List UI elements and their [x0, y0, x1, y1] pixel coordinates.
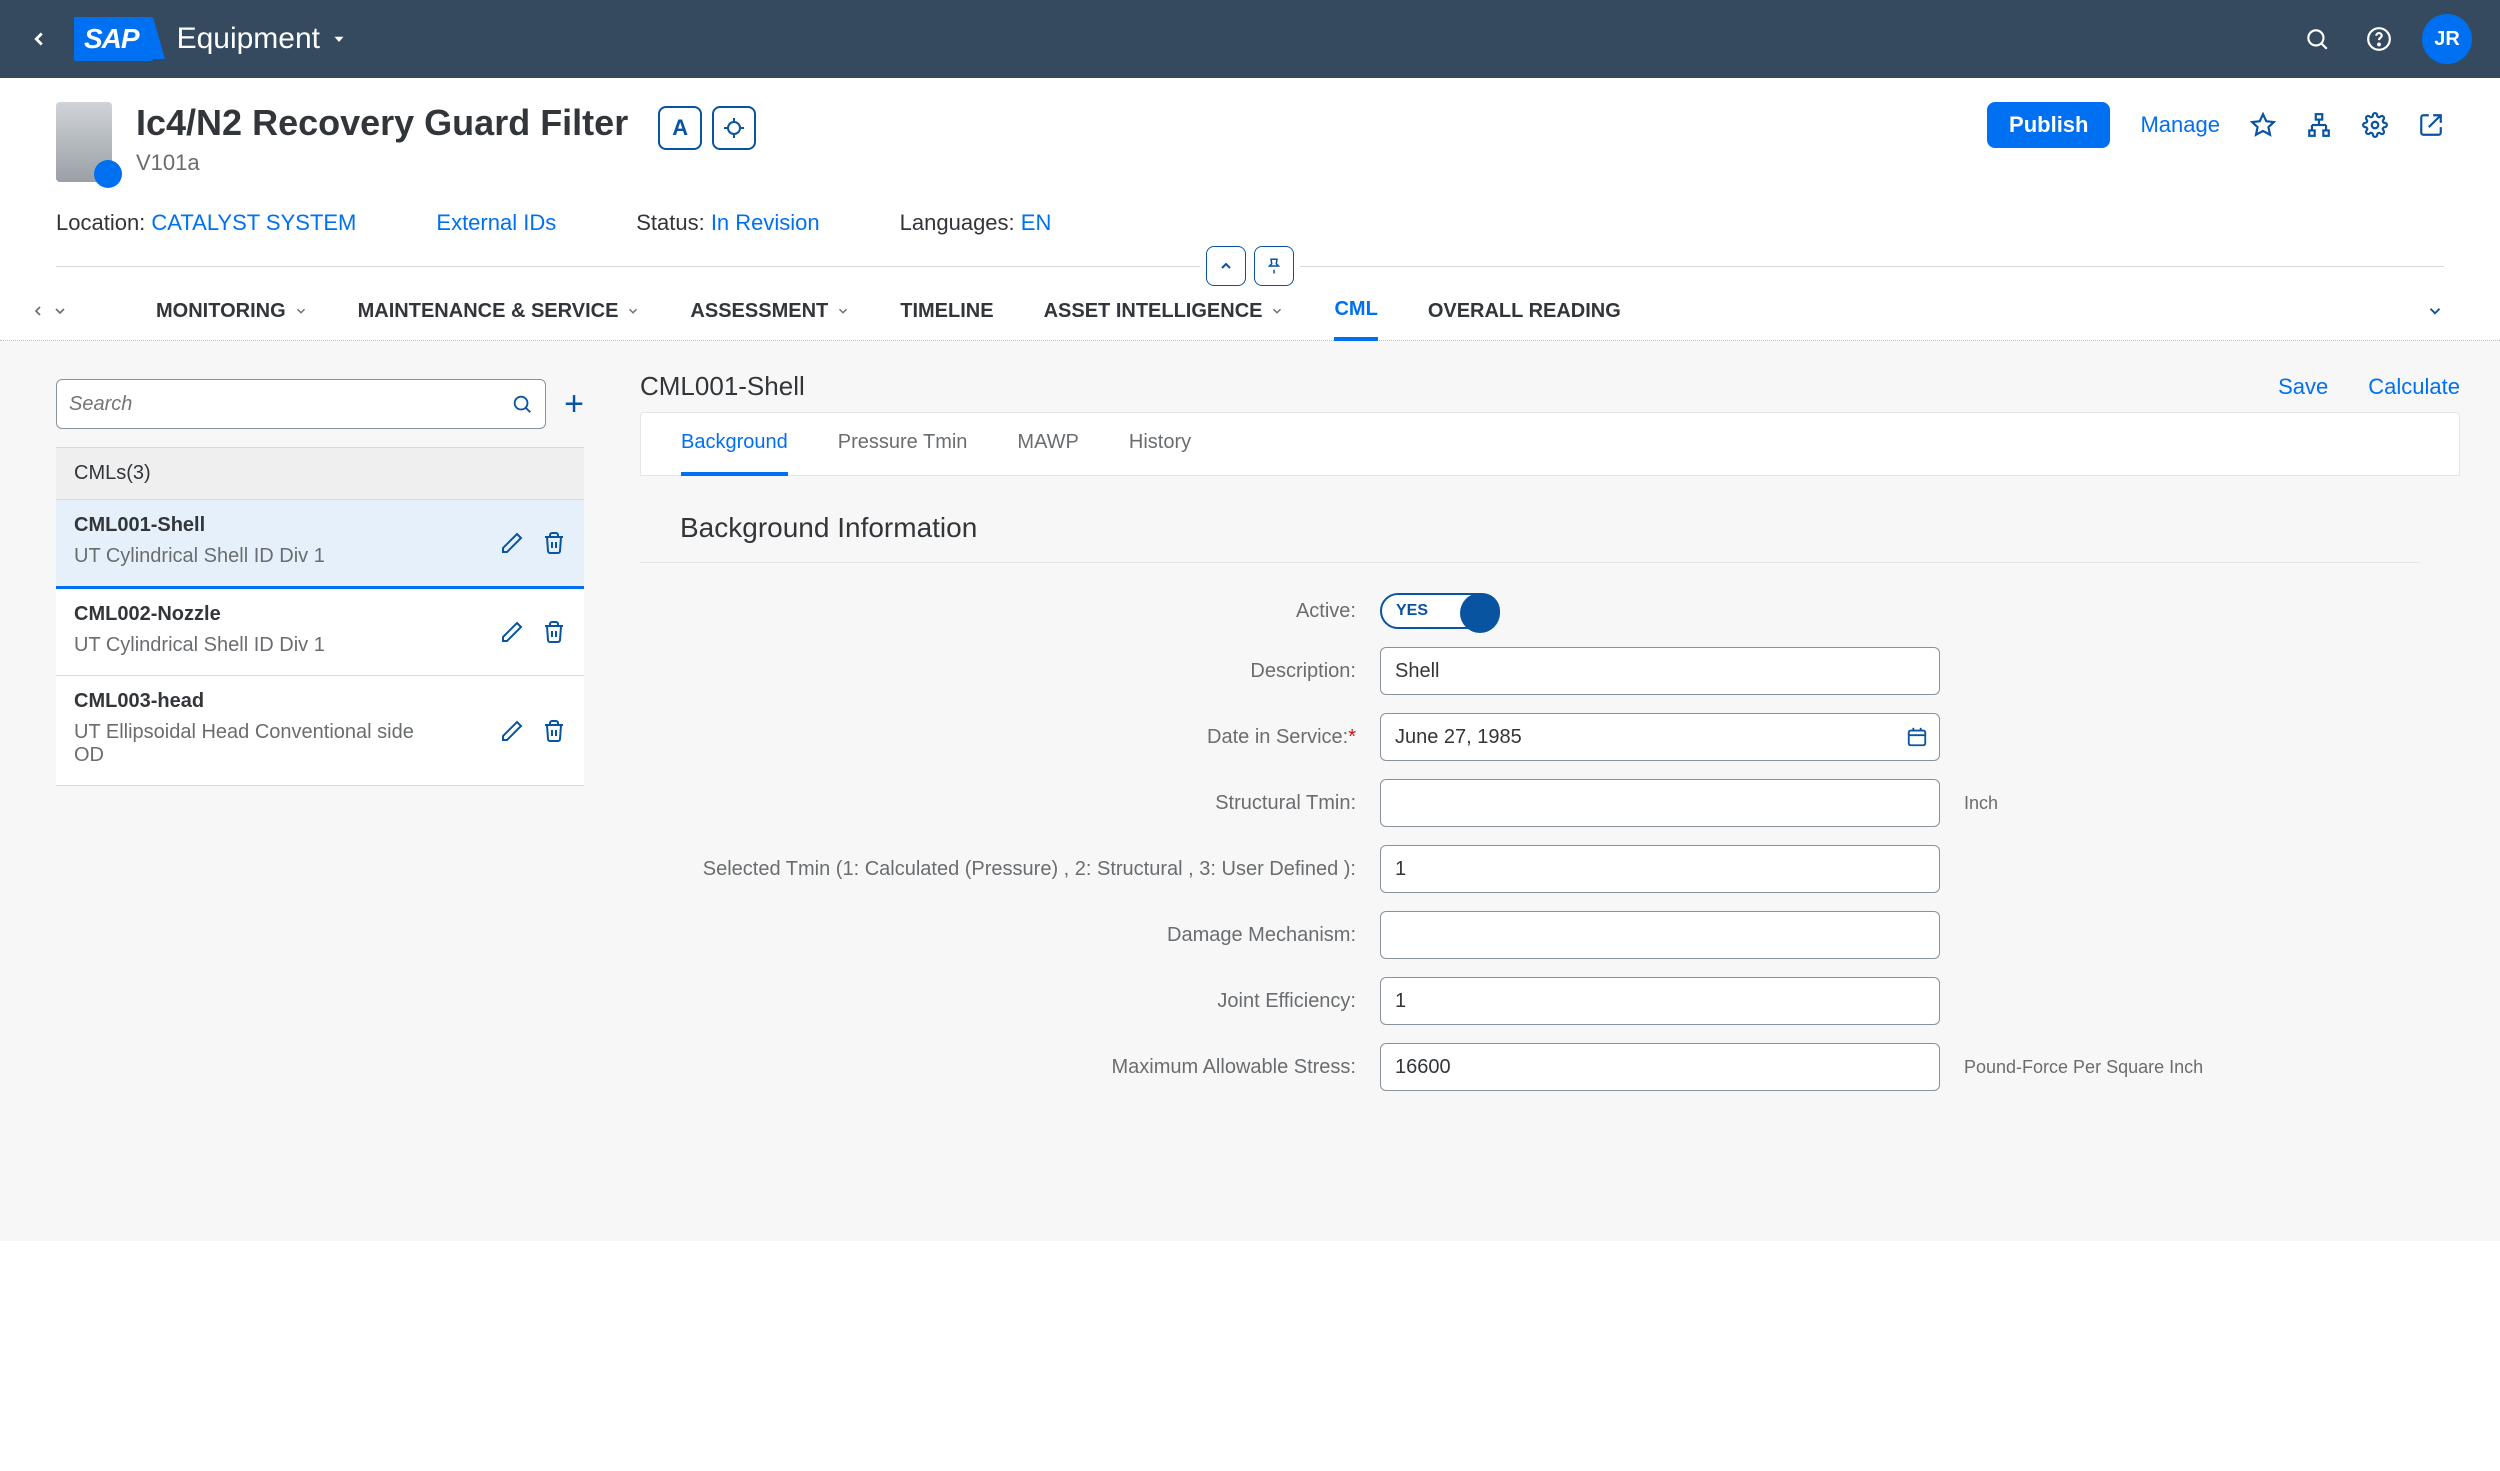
label-active: Active: [640, 598, 1380, 624]
meta-row: Location: CATALYST SYSTEM External IDs S… [0, 190, 2500, 250]
cml-search-input[interactable] [69, 393, 511, 416]
subtab-history[interactable]: History [1129, 413, 1191, 475]
subtab-mawp[interactable]: MAWP [1017, 413, 1078, 475]
publish-button[interactable]: Publish [1987, 102, 2110, 148]
meta-languages: Languages: EN [900, 210, 1052, 236]
anchor-tab-bar: MONITORING MAINTENANCE & SERVICE ASSESSM… [0, 282, 2500, 341]
tab-overflow[interactable] [2426, 302, 2444, 320]
edit-icon[interactable] [500, 620, 524, 644]
sap-logo[interactable]: SAP [74, 17, 153, 61]
tab-scroll-left[interactable] [30, 303, 46, 319]
delete-icon[interactable] [542, 719, 566, 743]
status-link[interactable]: In Revision [711, 210, 820, 235]
hierarchy-icon[interactable] [2306, 112, 2332, 138]
unit-psi: Pound-Force Per Square Inch [1940, 1057, 2203, 1078]
share-icon[interactable] [2418, 112, 2444, 138]
app-title: Equipment [177, 22, 320, 56]
location-link[interactable]: CATALYST SYSTEM [151, 210, 356, 235]
header-collapse-bar [0, 250, 2500, 282]
input-joint-efficiency[interactable] [1380, 977, 1940, 1025]
subtab-pressure-tmin[interactable]: Pressure Tmin [838, 413, 968, 475]
user-avatar[interactable]: JR [2422, 14, 2472, 64]
active-toggle[interactable]: YES [1380, 593, 1500, 629]
tab-asset-intelligence[interactable]: ASSET INTELLIGENCE [1044, 282, 1285, 340]
tab-scroll-menu[interactable] [52, 303, 68, 319]
input-structural-tmin[interactable] [1380, 779, 1940, 827]
cml-search[interactable] [56, 379, 546, 429]
cml-detail-panel: CML001-Shell Save Calculate Background P… [640, 341, 2500, 1241]
tab-assessment[interactable]: ASSESSMENT [690, 282, 850, 340]
object-title: Ic4/N2 Recovery Guard Filter [136, 102, 628, 144]
user-initials: JR [2434, 28, 2460, 51]
search-icon[interactable] [511, 393, 533, 415]
input-date-in-service[interactable] [1380, 713, 1940, 761]
edit-icon[interactable] [500, 531, 524, 555]
external-ids-link[interactable]: External IDs [436, 210, 556, 235]
detail-title: CML001-Shell [640, 371, 805, 402]
cml-list-item[interactable]: CML001-Shell UT Cylindrical Shell ID Div… [56, 500, 584, 589]
label-structural-tmin: Structural Tmin: [640, 790, 1380, 816]
label-selected-tmin: Selected Tmin (1: Calculated (Pressure) … [640, 856, 1380, 882]
add-cml-button[interactable]: + [564, 385, 584, 424]
tab-cml[interactable]: CML [1334, 282, 1377, 341]
input-max-allowable-stress[interactable] [1380, 1043, 1940, 1091]
label-damage-mechanism: Damage Mechanism: [640, 922, 1380, 948]
cml-item-sub: UT Cylindrical Shell ID Div 1 [74, 545, 414, 568]
cml-item-sub: UT Cylindrical Shell ID Div 1 [74, 634, 414, 657]
help-icon[interactable] [2360, 20, 2398, 58]
label-date-in-service: Date in Service:* [640, 724, 1380, 750]
language-link[interactable]: EN [1021, 210, 1052, 235]
object-header: Ic4/N2 Recovery Guard Filter V101a A Pub… [0, 78, 2500, 190]
search-icon[interactable] [2298, 20, 2336, 58]
shell-header: SAP Equipment JR [0, 0, 2500, 78]
cml-item-title: CML003-head [74, 690, 566, 713]
toggle-knob [1460, 593, 1500, 633]
section-title: Background Information [640, 476, 2420, 563]
meta-location: Location: CATALYST SYSTEM [56, 210, 356, 236]
delete-icon[interactable] [542, 620, 566, 644]
pin-header-button[interactable] [1254, 246, 1294, 286]
collapse-header-button[interactable] [1206, 246, 1246, 286]
input-description[interactable] [1380, 647, 1940, 695]
badge-a[interactable]: A [658, 106, 702, 150]
tab-maintenance[interactable]: MAINTENANCE & SERVICE [358, 282, 641, 340]
cml-item-title: CML002-Nozzle [74, 603, 566, 626]
input-damage-mechanism[interactable] [1380, 911, 1940, 959]
cml-side-panel: + CMLs(3) CML001-Shell UT Cylindrical Sh… [0, 341, 640, 1241]
manage-link[interactable]: Manage [2140, 112, 2220, 138]
badge-indicator[interactable] [712, 106, 756, 150]
cml-list-item[interactable]: CML003-head UT Ellipsoidal Head Conventi… [56, 676, 584, 786]
calculate-button[interactable]: Calculate [2368, 374, 2460, 400]
background-form: Active: YES Description: Date in Service… [640, 563, 2460, 1091]
cml-list-item[interactable]: CML002-Nozzle UT Cylindrical Shell ID Di… [56, 589, 584, 676]
equipment-thumbnail [56, 102, 112, 182]
cml-item-title: CML001-Shell [74, 514, 566, 537]
tab-overall-reading[interactable]: OVERALL READING [1428, 282, 1621, 340]
calendar-icon[interactable] [1906, 726, 1928, 748]
subtab-background[interactable]: Background [681, 413, 788, 476]
tab-monitoring[interactable]: MONITORING [156, 282, 308, 340]
label-joint-efficiency: Joint Efficiency: [640, 988, 1380, 1014]
unit-inch: Inch [1940, 793, 1998, 814]
back-button[interactable] [28, 28, 50, 50]
cml-list-header: CMLs(3) [56, 447, 584, 500]
label-description: Description: [640, 658, 1380, 684]
cml-item-sub: UT Ellipsoidal Head Conventional side OD [74, 721, 414, 767]
settings-icon[interactable] [2362, 112, 2388, 138]
app-title-dropdown[interactable]: Equipment [177, 22, 348, 56]
edit-icon[interactable] [500, 719, 524, 743]
detail-subtabs: Background Pressure Tmin MAWP History [640, 412, 2460, 476]
label-max-allowable-stress: Maximum Allowable Stress: [640, 1054, 1380, 1080]
tab-timeline[interactable]: TIMELINE [900, 282, 993, 340]
object-subtitle: V101a [136, 150, 628, 176]
favorite-icon[interactable] [2250, 112, 2276, 138]
delete-icon[interactable] [542, 531, 566, 555]
input-selected-tmin[interactable] [1380, 845, 1940, 893]
meta-status: Status: In Revision [636, 210, 819, 236]
save-button[interactable]: Save [2278, 374, 2328, 400]
